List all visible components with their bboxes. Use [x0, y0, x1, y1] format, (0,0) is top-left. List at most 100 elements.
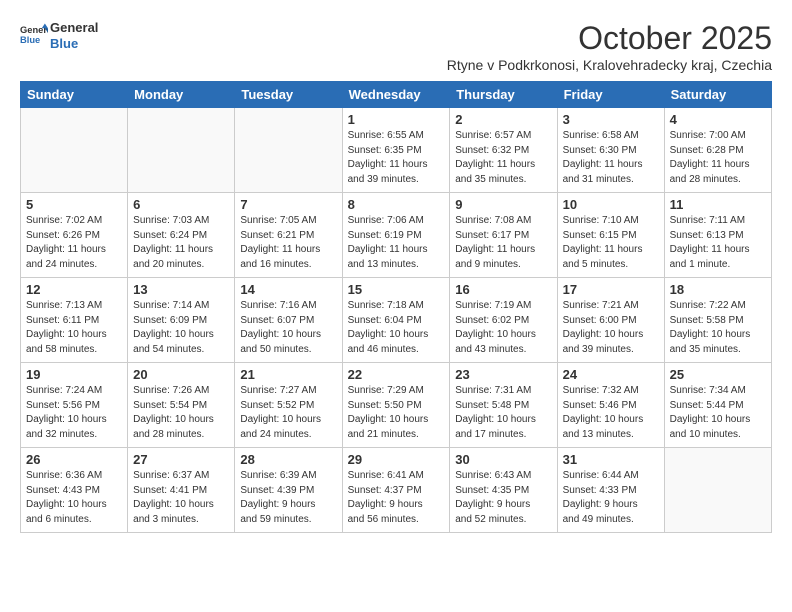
calendar-cell: 30 Sunrise: 6:43 AMSunset: 4:35 PMDayligh…: [450, 448, 557, 533]
day-number: 12: [26, 282, 122, 297]
calendar-cell: 17Sunrise: 7:21 AMSunset: 6:00 PMDayligh…: [557, 278, 664, 363]
day-info: Sunrise: 7:31 AMSunset: 5:48 PMDaylight:…: [455, 384, 551, 442]
day-number: 18: [670, 282, 766, 297]
day-number: 29: [348, 452, 445, 467]
day-number: 1: [348, 112, 445, 127]
day-info: Sunrise: 7:14 AMSunset: 6:09 PMDaylight:…: [133, 299, 229, 357]
weekday-header-row: SundayMondayTuesdayWednesdayThursdayFrid…: [21, 82, 772, 108]
day-number: 24: [563, 367, 659, 382]
calendar-cell: 25Sunrise: 7:34 AMSunset: 5:44 PMDayligh…: [664, 363, 771, 448]
day-info: Sunrise: 7:24 AMSunset: 5:56 PMDaylight:…: [26, 384, 122, 442]
day-number: 11: [670, 197, 766, 212]
weekday-header-thursday: Thursday: [450, 82, 557, 108]
calendar-cell: 27 Sunrise: 6:37 AMSunset: 4:41 PMDayligh…: [128, 448, 235, 533]
day-number: 27: [133, 452, 229, 467]
calendar-cell: [664, 448, 771, 533]
calendar-cell: 14 Sunrise: 7:16 AMSunset: 6:07 PMDayligh…: [235, 278, 342, 363]
day-number: 22: [348, 367, 445, 382]
day-info: Sunrise: 6:36 AMSunset: 4:43 PMDaylight:…: [26, 469, 122, 527]
day-number: 26: [26, 452, 122, 467]
day-info: Sunrise: 7:02 AMSunset: 6:26 PMDaylight:…: [26, 214, 122, 272]
calendar-cell: 31 Sunrise: 6:44 AMSunset: 4:33 PMDayligh…: [557, 448, 664, 533]
day-number: 10: [563, 197, 659, 212]
day-info: Sunrise: 6:37 AMSunset: 4:41 PMDaylight:…: [133, 469, 229, 527]
calendar-cell: 4 Sunrise: 7:00 AMSunset: 6:28 PMDaylight…: [664, 108, 771, 193]
day-number: 3: [563, 112, 659, 127]
week-row-2: 5 Sunrise: 7:02 AMSunset: 6:26 PMDaylight…: [21, 193, 772, 278]
calendar-cell: 21Sunrise: 7:27 AMSunset: 5:52 PMDayligh…: [235, 363, 342, 448]
week-row-4: 19 Sunrise: 7:24 AMSunset: 5:56 PMDayligh…: [21, 363, 772, 448]
day-number: 21: [240, 367, 336, 382]
weekday-header-saturday: Saturday: [664, 82, 771, 108]
month-title: October 2025: [447, 20, 772, 57]
day-info: Sunrise: 6:43 AMSunset: 4:35 PMDaylight:…: [455, 469, 551, 527]
calendar-cell: 19 Sunrise: 7:24 AMSunset: 5:56 PMDayligh…: [21, 363, 128, 448]
calendar-cell: 20Sunrise: 7:26 AMSunset: 5:54 PMDayligh…: [128, 363, 235, 448]
day-info: Sunrise: 7:10 AMSunset: 6:15 PMDaylight:…: [563, 214, 659, 272]
calendar-cell: 10 Sunrise: 7:10 AMSunset: 6:15 PMDayligh…: [557, 193, 664, 278]
day-number: 16: [455, 282, 551, 297]
day-info: Sunrise: 6:57 AMSunset: 6:32 PMDaylight:…: [455, 129, 551, 187]
day-number: 20: [133, 367, 229, 382]
day-number: 23: [455, 367, 551, 382]
day-number: 14: [240, 282, 336, 297]
logo-general-label: General: [50, 20, 98, 36]
day-info: Sunrise: 7:08 AMSunset: 6:17 PMDaylight:…: [455, 214, 551, 272]
weekday-header-wednesday: Wednesday: [342, 82, 450, 108]
day-info: Sunrise: 7:29 AMSunset: 5:50 PMDaylight:…: [348, 384, 445, 442]
day-info: Sunrise: 7:00 AMSunset: 6:28 PMDaylight:…: [670, 129, 766, 187]
calendar-cell: 8 Sunrise: 7:06 AMSunset: 6:19 PMDaylight…: [342, 193, 450, 278]
day-number: 30: [455, 452, 551, 467]
day-number: 15: [348, 282, 445, 297]
calendar-cell: 28 Sunrise: 6:39 AMSunset: 4:39 PMDayligh…: [235, 448, 342, 533]
day-info: Sunrise: 6:39 AMSunset: 4:39 PMDaylight:…: [240, 469, 336, 527]
day-number: 4: [670, 112, 766, 127]
logo: General Blue General Blue: [20, 20, 98, 51]
calendar-cell: 11Sunrise: 7:11 AMSunset: 6:13 PMDayligh…: [664, 193, 771, 278]
day-info: Sunrise: 7:32 AMSunset: 5:46 PMDaylight:…: [563, 384, 659, 442]
day-info: Sunrise: 7:18 AMSunset: 6:04 PMDaylight:…: [348, 299, 445, 357]
day-number: 5: [26, 197, 122, 212]
day-number: 8: [348, 197, 445, 212]
calendar-cell: 22 Sunrise: 7:29 AMSunset: 5:50 PMDayligh…: [342, 363, 450, 448]
day-info: Sunrise: 7:03 AMSunset: 6:24 PMDaylight:…: [133, 214, 229, 272]
day-number: 28: [240, 452, 336, 467]
day-info: Sunrise: 7:22 AMSunset: 5:58 PMDaylight:…: [670, 299, 766, 357]
calendar-cell: 24 Sunrise: 7:32 AMSunset: 5:46 PMDayligh…: [557, 363, 664, 448]
day-number: 19: [26, 367, 122, 382]
weekday-header-friday: Friday: [557, 82, 664, 108]
day-number: 7: [240, 197, 336, 212]
day-info: Sunrise: 6:41 AMSunset: 4:37 PMDaylight:…: [348, 469, 445, 527]
week-row-1: 1 Sunrise: 6:55 AMSunset: 6:35 PMDaylight…: [21, 108, 772, 193]
calendar-cell: 6 Sunrise: 7:03 AMSunset: 6:24 PMDaylight…: [128, 193, 235, 278]
week-row-3: 12 Sunrise: 7:13 AMSunset: 6:11 PMDayligh…: [21, 278, 772, 363]
calendar-cell: 5 Sunrise: 7:02 AMSunset: 6:26 PMDaylight…: [21, 193, 128, 278]
logo-icon: General Blue: [20, 22, 48, 50]
calendar-cell: 13Sunrise: 7:14 AMSunset: 6:09 PMDayligh…: [128, 278, 235, 363]
day-info: Sunrise: 7:19 AMSunset: 6:02 PMDaylight:…: [455, 299, 551, 357]
calendar-cell: 12 Sunrise: 7:13 AMSunset: 6:11 PMDayligh…: [21, 278, 128, 363]
calendar-cell: [235, 108, 342, 193]
location-subtitle: Rtyne v Podkrkonosi, Kralovehradecky kra…: [447, 57, 772, 73]
day-info: Sunrise: 6:44 AMSunset: 4:33 PMDaylight:…: [563, 469, 659, 527]
weekday-header-monday: Monday: [128, 82, 235, 108]
calendar-cell: 9 Sunrise: 7:08 AMSunset: 6:17 PMDaylight…: [450, 193, 557, 278]
day-info: Sunrise: 7:16 AMSunset: 6:07 PMDaylight:…: [240, 299, 336, 357]
day-info: Sunrise: 6:58 AMSunset: 6:30 PMDaylight:…: [563, 129, 659, 187]
calendar-cell: 18 Sunrise: 7:22 AMSunset: 5:58 PMDayligh…: [664, 278, 771, 363]
day-info: Sunrise: 7:06 AMSunset: 6:19 PMDaylight:…: [348, 214, 445, 272]
day-info: Sunrise: 7:13 AMSunset: 6:11 PMDaylight:…: [26, 299, 122, 357]
calendar-cell: 29 Sunrise: 6:41 AMSunset: 4:37 PMDayligh…: [342, 448, 450, 533]
calendar-cell: 23 Sunrise: 7:31 AMSunset: 5:48 PMDayligh…: [450, 363, 557, 448]
day-number: 2: [455, 112, 551, 127]
calendar-cell: 15 Sunrise: 7:18 AMSunset: 6:04 PMDayligh…: [342, 278, 450, 363]
page-header: General Blue General Blue October 2025 R…: [20, 20, 772, 73]
day-number: 6: [133, 197, 229, 212]
logo-blue-label: Blue: [50, 36, 98, 52]
day-info: Sunrise: 6:55 AMSunset: 6:35 PMDaylight:…: [348, 129, 445, 187]
day-number: 31: [563, 452, 659, 467]
calendar-cell: [128, 108, 235, 193]
day-number: 9: [455, 197, 551, 212]
calendar-cell: 7Sunrise: 7:05 AMSunset: 6:21 PMDaylight…: [235, 193, 342, 278]
logo-text: General Blue: [50, 20, 98, 51]
